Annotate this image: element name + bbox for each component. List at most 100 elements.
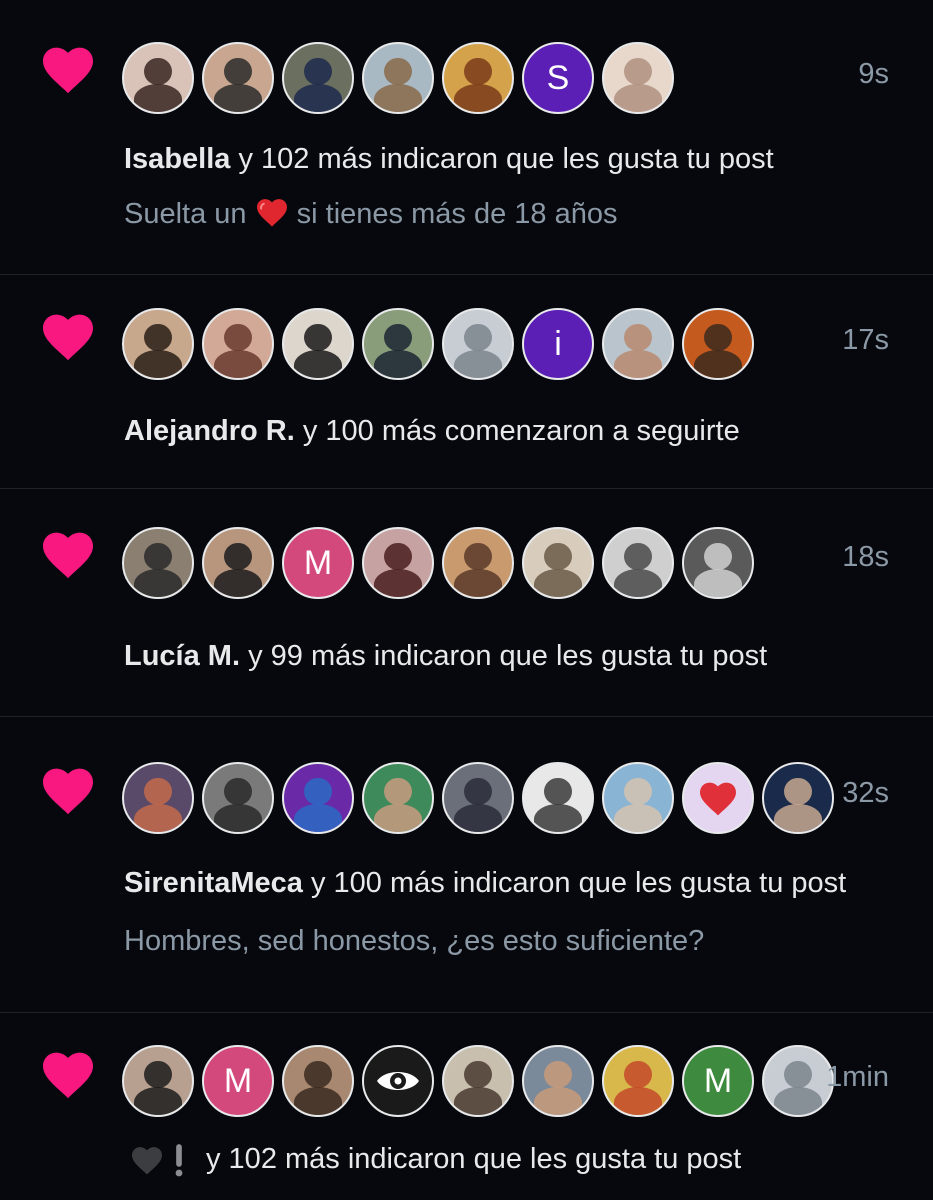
avatar-body-shape	[454, 569, 502, 597]
avatar[interactable]	[682, 308, 754, 380]
avatar[interactable]	[602, 1045, 674, 1117]
avatar[interactable]	[202, 42, 274, 114]
post-preview[interactable]: Suelta un si tienes más de 18 años	[124, 197, 617, 231]
avatar[interactable]	[762, 1045, 834, 1117]
avatar[interactable]	[442, 308, 514, 380]
avatar-body-shape	[694, 569, 742, 597]
avatar-body-shape	[374, 569, 422, 597]
avatar-head-shape	[144, 777, 172, 805]
avatar[interactable]: i	[522, 308, 594, 380]
avatar-body-shape	[294, 1087, 342, 1115]
avatar-body-shape	[614, 804, 662, 832]
avatar-initial: M	[703, 1061, 733, 1100]
avatar-body-shape	[454, 1087, 502, 1115]
avatar[interactable]	[362, 1045, 434, 1117]
notification-item[interactable]: S 9s Isabella y 102 más indicaron que le…	[0, 0, 933, 275]
avatar[interactable]	[282, 762, 354, 834]
avatar[interactable]: M	[682, 1045, 754, 1117]
notification-text: y 102 más indicaron que les gusta tu pos…	[130, 1143, 741, 1177]
avatar[interactable]	[362, 308, 434, 380]
avatar[interactable]	[282, 1045, 354, 1117]
avatar-body-shape	[294, 350, 342, 378]
avatar[interactable]	[762, 762, 834, 834]
avatar[interactable]	[522, 527, 594, 599]
post-preview[interactable]: Hombres, sed honestos, ¿es esto suficien…	[124, 925, 704, 958]
avatar[interactable]	[282, 308, 354, 380]
avatar-body-shape	[294, 804, 342, 832]
avatar[interactable]	[202, 527, 274, 599]
black-heart-icon	[132, 1147, 162, 1175]
user-name-link[interactable]: Isabella	[124, 143, 230, 175]
avatar-body-shape	[774, 804, 822, 832]
avatar[interactable]	[602, 762, 674, 834]
avatar[interactable]	[602, 42, 674, 114]
notification-item[interactable]: i 17s Alejandro R. y 100 más comenzaron …	[0, 275, 933, 489]
heart-icon	[43, 532, 93, 579]
avatar-head-shape	[144, 1060, 172, 1088]
heart-icon	[43, 768, 93, 815]
avatar-initial: M	[223, 1061, 253, 1100]
avatar-body-shape	[694, 350, 742, 378]
action-text: y 99 más indicaron que les gusta tu post	[240, 640, 768, 672]
avatar-body-shape	[214, 569, 262, 597]
avatar[interactable]	[522, 1045, 594, 1117]
avatar-row: S	[122, 38, 682, 118]
avatar[interactable]: S	[522, 42, 594, 114]
avatar-initial: i	[554, 324, 562, 363]
avatar[interactable]	[442, 1045, 514, 1117]
avatar-head-shape	[464, 57, 492, 85]
avatar[interactable]	[362, 527, 434, 599]
avatar-head-shape	[224, 57, 252, 85]
avatar[interactable]	[522, 762, 594, 834]
avatar-head-shape	[624, 1060, 652, 1088]
action-text: y 100 más comenzaron a seguirte	[294, 415, 740, 447]
user-name-link[interactable]: Lucía M.	[124, 640, 240, 672]
timestamp: 9s	[858, 58, 889, 90]
avatar-body-shape	[214, 350, 262, 378]
avatar-head-shape	[544, 777, 572, 805]
avatar-head-shape	[624, 777, 652, 805]
avatar[interactable]	[442, 762, 514, 834]
avatar-head-shape	[384, 57, 412, 85]
avatar-initial: M	[303, 543, 333, 582]
notification-text: Isabella y 102 más indicaron que les gus…	[124, 143, 774, 176]
notification-item[interactable]: 32s SirenitaMeca y 100 más indicaron que…	[0, 717, 933, 1013]
avatar[interactable]	[362, 42, 434, 114]
avatar[interactable]	[602, 527, 674, 599]
notification-item[interactable]: M 18s Lucía M. y 99 más indicaron que le…	[0, 489, 933, 717]
avatar-row: M	[122, 523, 762, 603]
avatar[interactable]	[202, 308, 274, 380]
avatar[interactable]	[682, 527, 754, 599]
avatar-body-shape	[134, 350, 182, 378]
avatar[interactable]	[122, 42, 194, 114]
avatar-body-shape	[534, 569, 582, 597]
avatar-head-shape	[304, 777, 332, 805]
avatar[interactable]	[122, 308, 194, 380]
avatar[interactable]	[282, 42, 354, 114]
timestamp: 18s	[842, 541, 889, 573]
avatar[interactable]: M	[202, 1045, 274, 1117]
avatar[interactable]	[362, 762, 434, 834]
avatar[interactable]	[442, 527, 514, 599]
user-name-link[interactable]: SirenitaMeca	[124, 867, 303, 899]
avatar[interactable]	[682, 762, 754, 834]
avatar-head-shape	[224, 542, 252, 570]
avatar-body-shape	[774, 1087, 822, 1115]
notification-item[interactable]: MM 1min y 102 más indicaron que les gust…	[0, 1013, 933, 1200]
avatar[interactable]: M	[282, 527, 354, 599]
avatar-body-shape	[134, 569, 182, 597]
avatar-body-shape	[534, 804, 582, 832]
avatar[interactable]	[442, 42, 514, 114]
notification-text: SirenitaMeca y 100 más indicaron que les…	[124, 867, 846, 900]
avatar[interactable]	[602, 308, 674, 380]
avatar-head-shape	[304, 57, 332, 85]
avatar[interactable]	[122, 762, 194, 834]
avatar[interactable]	[122, 527, 194, 599]
avatar-head-shape	[304, 323, 332, 351]
avatar-head-shape	[624, 323, 652, 351]
avatar[interactable]	[202, 762, 274, 834]
avatar-head-shape	[384, 323, 412, 351]
avatar[interactable]	[122, 1045, 194, 1117]
avatar-body-shape	[454, 350, 502, 378]
user-name-link[interactable]: Alejandro R.	[124, 415, 295, 447]
